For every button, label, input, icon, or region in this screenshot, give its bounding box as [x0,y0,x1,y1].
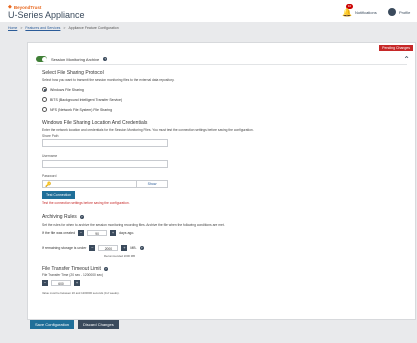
chevron-up-icon[interactable]: ⌃ [403,55,410,64]
age-rule-row: If the file was created − 90 + days ago. [42,230,134,236]
configuration-panel: Pending Changes Session Monitoring Archi… [27,42,416,320]
radio-selected-icon [42,87,47,92]
breadcrumb: Home > Features and Services > Appliance… [8,26,119,30]
archive-toggle[interactable] [36,56,47,62]
help-icon[interactable]: ? [103,57,108,61]
storage-mb-input[interactable]: 2000 [98,245,119,251]
transfer-note: Value must be between 20 and 1200000 sec… [42,291,120,295]
archiving-heading: Archiving Rules [42,214,77,220]
transfer-heading-row: File Transfer Timeout Limit ? [42,266,108,272]
radio-label: Windows File Sharing [50,87,84,92]
file-sharing-heading: Select File Sharing Protocol [42,70,104,76]
archiving-note: Set the rules for when to archive the se… [42,223,225,227]
section-header: Session Monitoring Archive ? [36,54,407,64]
profile-button[interactable]: Profile [388,8,410,16]
password-field: 🔑 Show [42,180,168,188]
footer-actions: Save Configuration Discard Changes [30,320,119,329]
profile-label: Profile [399,9,411,15]
radio-bits[interactable]: BITS (Background Intelligent Transfer Se… [42,97,122,102]
show-password-button[interactable]: Show [137,180,168,188]
file-sharing-note: Select how you want to transmit the sess… [42,78,175,82]
radio-label: NFS (Network File System) File Sharing [50,107,113,112]
age-increment-button[interactable]: + [110,230,117,236]
notifications-button[interactable]: 🔔 Notifications [342,8,377,17]
discard-changes-button[interactable]: Discard Changes [78,320,119,329]
bell-icon: 🔔 [342,8,352,17]
breadcrumb-home-link[interactable]: Home [8,26,17,30]
help-icon[interactable]: ? [139,246,144,250]
transfer-seconds-input[interactable]: 600 [51,280,71,286]
storage-rule-suffix: MB. [130,246,137,250]
storage-increment-button[interactable]: + [121,245,128,251]
save-configuration-button[interactable]: Save Configuration [30,320,75,329]
top-bar: ◆ BeyondTrust U-Series Appliance 10 🔔 No… [0,0,417,22]
radio-icon [42,107,47,112]
transfer-subheading: File Transfer Time (20 sec - 1200000 sec… [42,273,104,277]
radio-label: BITS (Background Intelligent Transfer Se… [50,97,123,102]
password-input[interactable]: 🔑 [42,180,137,188]
pending-changes-badge: Pending Changes [379,45,413,51]
transfer-increment-button[interactable]: + [74,280,80,286]
password-label: Password [42,174,57,178]
transfer-row: − 600 + [42,280,80,286]
storage-rule-row: If remaining storage is under − 2000 + M… [42,245,144,251]
radio-windows-file-sharing[interactable]: Windows File Sharing [42,87,84,92]
breadcrumb-separator: > [63,26,66,30]
storage-rule-label: If remaining storage is under [42,246,87,250]
age-rule-suffix: days ago. [119,231,135,235]
archiving-heading-row: Archiving Rules ? [42,214,84,220]
divider [36,64,407,65]
app-title: U-Series Appliance [8,10,85,20]
radio-nfs[interactable]: NFS (Network File System) File Sharing [42,107,112,112]
logo-text: BeyondTrust [13,4,42,10]
section-title: Session Monitoring Archive [51,56,100,62]
notifications-label: Notifications [354,10,377,15]
age-days-input[interactable]: 90 [87,230,108,236]
share-path-label: Share Path [42,134,59,138]
username-input[interactable] [42,160,168,168]
test-connection-button[interactable]: Test Connection [42,191,76,199]
username-label: Username [42,154,58,158]
share-path-input[interactable] [42,139,168,147]
storage-recommended-hint: Recommended 2000 MB [104,254,135,258]
test-connection-note: Test the connection settings before savi… [42,201,130,205]
storage-decrement-button[interactable]: − [89,245,96,251]
breadcrumb-separator: > [20,26,23,30]
key-icon: 🔑 [45,182,52,188]
transfer-heading: File Transfer Timeout Limit [42,266,101,272]
avatar [388,8,396,16]
transfer-decrement-button[interactable]: − [42,280,48,286]
location-heading: Windows File Sharing Location And Creden… [42,120,148,126]
radio-icon [42,97,47,102]
age-decrement-button[interactable]: − [78,230,85,236]
location-note: Enter the network location and credentia… [42,128,254,132]
help-icon[interactable]: ? [103,267,108,271]
breadcrumb-current: Appliance Feature Configuration [68,26,119,30]
breadcrumb-features-link[interactable]: Features and Services [25,26,60,30]
help-icon[interactable]: ? [79,215,84,219]
age-rule-label: If the file was created [42,231,76,235]
